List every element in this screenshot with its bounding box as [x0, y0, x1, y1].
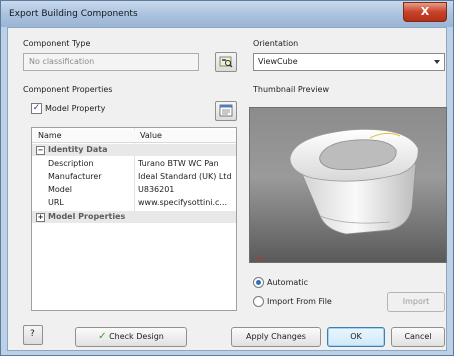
property-value: www.specifysottini.c... [138, 198, 228, 207]
import-from-file-label: Import From File [267, 297, 332, 306]
orientation-value: ViewCube [258, 57, 298, 66]
edit-properties-button[interactable] [215, 101, 237, 121]
property-name: Description [48, 159, 94, 168]
check-design-label: Check Design [109, 332, 164, 341]
help-icon: ? [30, 329, 35, 339]
wc-pan-render [256, 129, 419, 259]
properties-grid: Name Value − Identity Data Description T… [31, 127, 237, 311]
property-value: U836201 [138, 185, 175, 194]
grid-header-row: Name Value [32, 130, 236, 143]
automatic-radio[interactable] [253, 277, 264, 288]
close-button[interactable]: X [403, 2, 447, 22]
title-bar[interactable]: Export Building Components X [1, 1, 453, 27]
close-icon: X [420, 5, 430, 18]
checkmark-icon: ✓ [98, 331, 107, 342]
thumbnail-preview [249, 107, 447, 263]
export-dialog: Export Building Components X Component T… [0, 0, 454, 356]
property-name: Manufacturer [48, 172, 102, 181]
value-column-header: Value [140, 131, 162, 140]
help-button[interactable]: ? [23, 325, 43, 345]
check-design-button[interactable]: ✓ Check Design [75, 327, 187, 347]
name-column-header: Name [38, 131, 62, 140]
table-row[interactable]: Model U836201 [32, 184, 236, 196]
component-properties-label: Component Properties [23, 85, 113, 94]
identity-data-category[interactable]: − Identity Data [32, 144, 236, 156]
automatic-label: Automatic [267, 278, 309, 287]
table-row[interactable]: URL www.specifysottini.c... [32, 197, 236, 209]
expand-icon[interactable]: + [36, 213, 45, 222]
import-from-file-radio[interactable] [253, 296, 264, 307]
chevron-down-icon [434, 60, 440, 64]
window-title: Export Building Components [9, 9, 138, 19]
thumbnail-preview-label: Thumbnail Preview [253, 85, 329, 94]
identity-data-label: Identity Data [48, 145, 108, 154]
checkmark-icon: ✓ [32, 103, 41, 113]
model-property-checkbox[interactable]: ✓ [31, 103, 42, 114]
property-value: Turano BTW WC Pan [138, 159, 219, 168]
ok-button[interactable]: OK [327, 327, 385, 347]
cancel-button[interactable]: Cancel [391, 327, 445, 347]
model-properties-category[interactable]: + Model Properties [32, 211, 236, 223]
collapse-icon[interactable]: − [36, 146, 45, 155]
classification-picker-button[interactable] [215, 52, 237, 72]
model-property-label: Model Property [45, 104, 106, 113]
property-value: Ideal Standard (UK) Ltd [138, 172, 232, 181]
component-type-field: No classification [23, 53, 199, 71]
orientation-select[interactable]: ViewCube [253, 53, 445, 71]
table-row[interactable]: Description Turano BTW WC Pan [32, 158, 236, 170]
orientation-label: Orientation [253, 39, 299, 48]
property-name: Model [48, 185, 73, 194]
classification-icon [219, 56, 233, 68]
property-name: URL [48, 198, 64, 207]
import-button[interactable]: Import [387, 292, 445, 312]
model-properties-label: Model Properties [48, 212, 126, 221]
apply-changes-button[interactable]: Apply Changes [231, 327, 321, 347]
radio-selected-dot [256, 280, 261, 285]
component-type-label: Component Type [23, 39, 91, 48]
component-type-value: No classification [29, 57, 95, 66]
table-row[interactable]: Manufacturer Ideal Standard (UK) Ltd [32, 171, 236, 183]
edit-properties-icon [219, 104, 233, 117]
